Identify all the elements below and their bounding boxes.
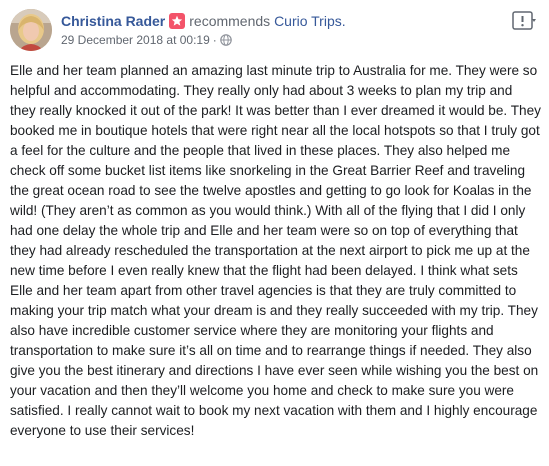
post-title-line: Christina Rader recommends Curio Trips. (61, 12, 499, 30)
review-text: Elle and her team planned an amazing las… (10, 63, 541, 438)
post-subtitle-line: 29 December 2018 at 00:19 · (61, 32, 499, 50)
post-header: Christina Rader recommends Curio Trips. 2… (10, 9, 539, 53)
post-meta: Christina Rader recommends Curio Trips. 2… (61, 12, 499, 50)
timestamp[interactable]: 29 December 2018 at 00:19 (61, 33, 210, 47)
avatar[interactable] (10, 9, 52, 51)
page-link[interactable]: Curio Trips. (274, 13, 346, 29)
globe-icon[interactable] (219, 34, 232, 50)
more-options-icon[interactable] (511, 10, 539, 34)
action-text: recommends (189, 13, 271, 29)
author-name[interactable]: Christina Rader (61, 13, 165, 29)
star-icon (169, 13, 186, 29)
separator-dot: · (212, 33, 217, 47)
